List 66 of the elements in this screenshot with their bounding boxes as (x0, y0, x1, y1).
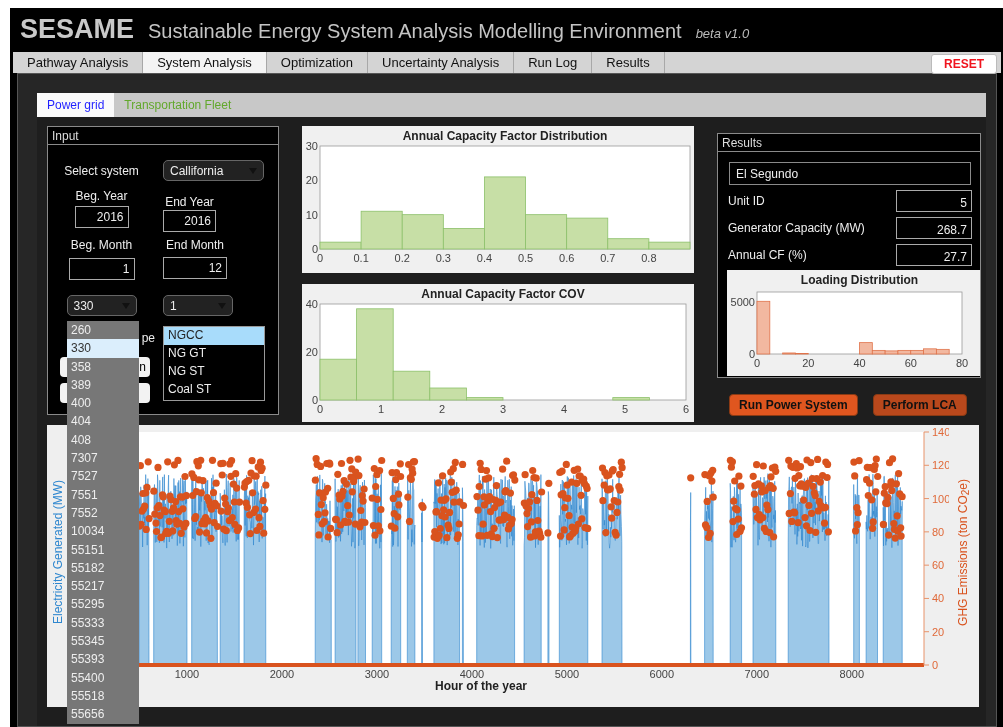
axis-tick-label: 0.8 (641, 252, 657, 264)
axis-tick-label: 20 (932, 625, 945, 638)
axis-tick-label: 0 (316, 252, 324, 264)
axis-tick-label: 0.2 (394, 252, 410, 264)
field-label: End Year (165, 195, 214, 209)
axis-tick-label: 8000 (839, 668, 865, 679)
axis-tick-label: 100 (932, 492, 949, 505)
field-label: Generator Capacity (MW) (728, 221, 865, 235)
version-label: beta v1.0 (695, 26, 750, 41)
axis-tick-label: 5 (621, 403, 629, 415)
axis-label: Electricity Generated (MW) (51, 480, 65, 624)
axis-tick-label: 3 (499, 403, 507, 415)
field-label: Select system (64, 163, 139, 178)
axis-tick-label: 0 (753, 357, 761, 369)
axis-tick-label: 20 (802, 357, 815, 369)
axis-tick-label: 20 (305, 346, 318, 358)
field-label: End Month (165, 238, 224, 252)
axis-tick-label: 120 (932, 459, 949, 472)
axis-tick-label: 20 (305, 174, 318, 187)
field-label: Annual CF (%) (728, 248, 807, 262)
axis-tick-label: 140 (932, 426, 949, 438)
axis-tick-label: 4 (560, 403, 568, 415)
axis-tick-label: 6000 (649, 668, 675, 679)
axis-tick-label: 7000 (744, 668, 770, 679)
field-label: Beg. Month (70, 238, 133, 252)
panel-title: Input (48, 127, 278, 145)
axis-tick-label: 30 (305, 140, 318, 152)
axis-tick-label: 40 (932, 592, 945, 605)
field-label: Beg. Year (75, 189, 128, 203)
axis-tick-label: 6 (682, 403, 690, 415)
app-name: SESAME (20, 14, 135, 45)
axis-tick-label: 3000 (364, 668, 390, 679)
axis-tick-label: 4000 (459, 668, 485, 679)
axis-tick-label: 5000 (554, 668, 580, 679)
field-label: Unit ID (728, 194, 765, 208)
axis-tick-label: 80 (955, 357, 969, 369)
axis-tick-label: 0.3 (435, 252, 451, 264)
axis-tick-label: 0 (311, 243, 318, 255)
axis-tick-label: 5000 (730, 296, 755, 309)
axis-tick-label: 80 (932, 525, 945, 538)
axis-tick-label: 0 (311, 394, 318, 406)
axis-tick-label: 0 (932, 659, 939, 671)
chart-title: Annual Capacity Factor COV (421, 287, 585, 301)
field-label: pe (141, 331, 155, 345)
axis-tick-label: 1 (377, 403, 385, 415)
axis-tick-label: 60 (904, 357, 917, 369)
plant-name-field: El Segundo (729, 162, 971, 185)
axis-tick-label: 1000 (174, 668, 200, 679)
axis-tick-label: 0.1 (353, 252, 369, 264)
axis-tick-label: 40 (305, 298, 318, 310)
axis-label: Hour of the year (435, 679, 527, 693)
axis-tick-label: 0.5 (517, 252, 534, 264)
axis-tick-label: 0.4 (476, 252, 493, 264)
axis-tick-label: 2000 (269, 668, 295, 679)
chart-title: Loading Distribution (800, 273, 919, 287)
axis-tick-label: 0 (316, 403, 324, 415)
axis-tick-label: 0 (748, 348, 755, 360)
axis-tick-label: 40 (853, 357, 866, 369)
axis-tick-label: 10 (305, 208, 318, 221)
app-subtitle: Sustainable Energy System Analysis Modelling Environment (148, 20, 682, 43)
chart-title: Annual Capacity Factor Distribution (402, 129, 608, 143)
axis-tick-label: 2 (438, 403, 446, 415)
panel-title: Results (718, 134, 980, 152)
axis-tick-label: 0.7 (600, 252, 616, 264)
axis-tick-label: 0.6 (559, 252, 575, 264)
axis-tick-label: 60 (932, 559, 945, 572)
